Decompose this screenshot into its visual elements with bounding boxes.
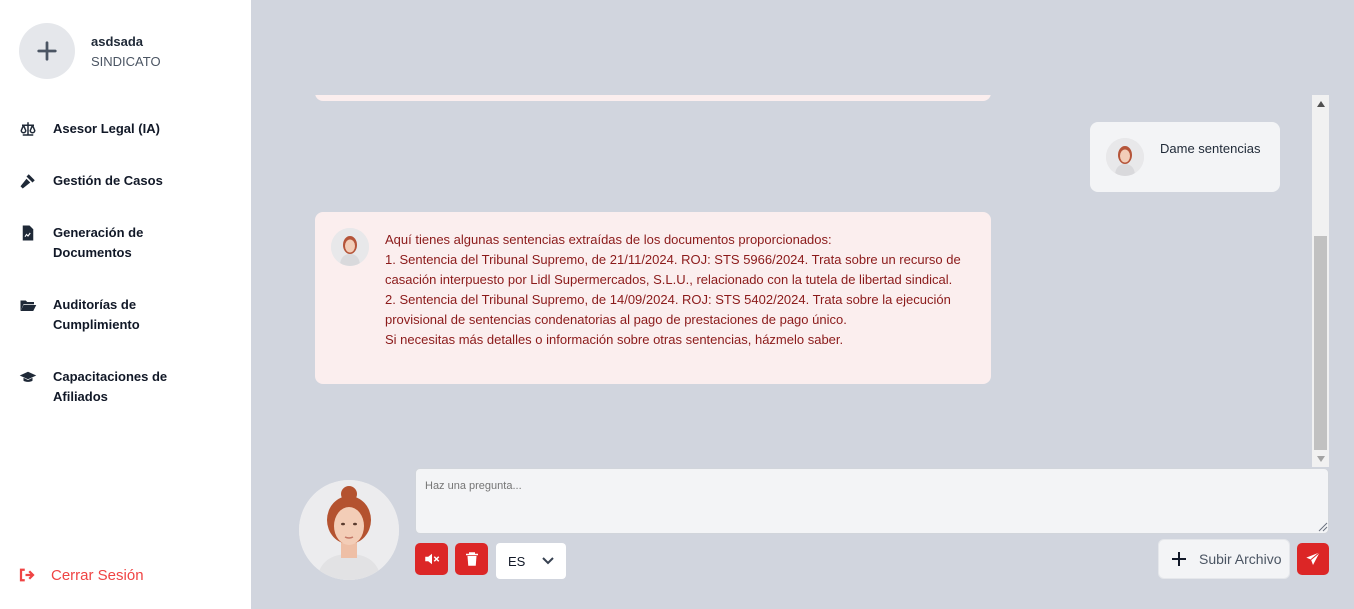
logout-icon [19, 568, 35, 582]
send-button[interactable] [1297, 543, 1329, 575]
assistant-message-bubble: Aquí tienes algunas sentencias extraídas… [315, 212, 991, 384]
resize-grip-icon[interactable] [1318, 522, 1328, 532]
volume-mute-icon [424, 553, 439, 565]
delete-button[interactable] [455, 543, 488, 575]
chevron-down-icon [542, 557, 554, 565]
graduation-cap-icon [18, 367, 38, 387]
question-input[interactable] [415, 468, 1329, 534]
folder-open-icon [18, 295, 38, 315]
assistant-large-avatar [299, 480, 399, 580]
sidebar-item-generacion-documentos[interactable]: Generación de Documentos [18, 223, 193, 263]
plus-icon [37, 41, 57, 61]
language-value: ES [508, 553, 526, 569]
logout-button[interactable]: Cerrar Sesión [18, 566, 144, 584]
scale-icon [18, 119, 38, 139]
sidebar-item-label: Gestión de Casos [53, 173, 163, 188]
assistant-avatar [331, 228, 369, 266]
assistant-line: Aquí tienes algunas sentencias extraídas… [385, 232, 832, 247]
scroll-thumb[interactable] [1314, 236, 1327, 450]
upload-file-label: Subir Archivo [1199, 551, 1282, 567]
sidebar-item-label: Capacitaciones de Afiliados [53, 369, 168, 404]
assistant-line: Si necesitas más detalles o información … [385, 332, 844, 347]
sidebar-item-label: Asesor Legal (IA) [53, 121, 160, 136]
assistant-line: 1. Sentencia del Tribunal Supremo, de 21… [385, 252, 961, 287]
user-profile: asdsada SINDICATO [19, 23, 161, 79]
plus-icon [1172, 552, 1186, 566]
upload-file-button[interactable]: Subir Archivo [1158, 539, 1290, 579]
logout-label: Cerrar Sesión [51, 566, 144, 584]
sidebar-item-asesor-legal[interactable]: Asesor Legal (IA) [18, 119, 193, 139]
sidebar-item-label: Generación de Documentos [53, 225, 144, 260]
sidebar-item-capacitaciones[interactable]: Capacitaciones de Afiliados [18, 367, 193, 407]
scroll-up-arrow-icon[interactable] [1312, 95, 1329, 112]
sidebar: asdsada SINDICATO Asesor Legal (IA) Gest… [0, 0, 251, 609]
chat-messages: Dame sentencias Aquí tienes algunas sent… [251, 95, 1329, 467]
document-icon [18, 223, 38, 243]
user-avatar [1106, 138, 1144, 176]
chat-scrollbar[interactable] [1312, 95, 1329, 467]
add-avatar-button[interactable] [19, 23, 75, 79]
profile-role: SINDICATO [91, 53, 161, 69]
sidebar-item-auditorias[interactable]: Auditorías de Cumplimiento [18, 295, 193, 335]
user-message-bubble: Dame sentencias [1090, 122, 1280, 192]
scroll-down-arrow-icon[interactable] [1312, 450, 1329, 467]
user-message-text: Dame sentencias [1160, 141, 1261, 156]
language-select[interactable]: ES [496, 543, 566, 579]
gavel-icon [18, 171, 38, 191]
sidebar-item-gestion-casos[interactable]: Gestión de Casos [18, 171, 193, 191]
mute-button[interactable] [415, 543, 448, 575]
assistant-message-text: Aquí tienes algunas sentencias extraídas… [385, 230, 977, 350]
paper-plane-icon [1306, 551, 1320, 565]
sidebar-item-label: Auditorías de Cumplimiento [53, 297, 140, 332]
previous-message-bubble [315, 95, 991, 101]
profile-name: asdsada [91, 33, 144, 49]
assistant-line: 2. Sentencia del Tribunal Supremo, de 14… [385, 292, 951, 327]
trash-icon [465, 552, 478, 566]
